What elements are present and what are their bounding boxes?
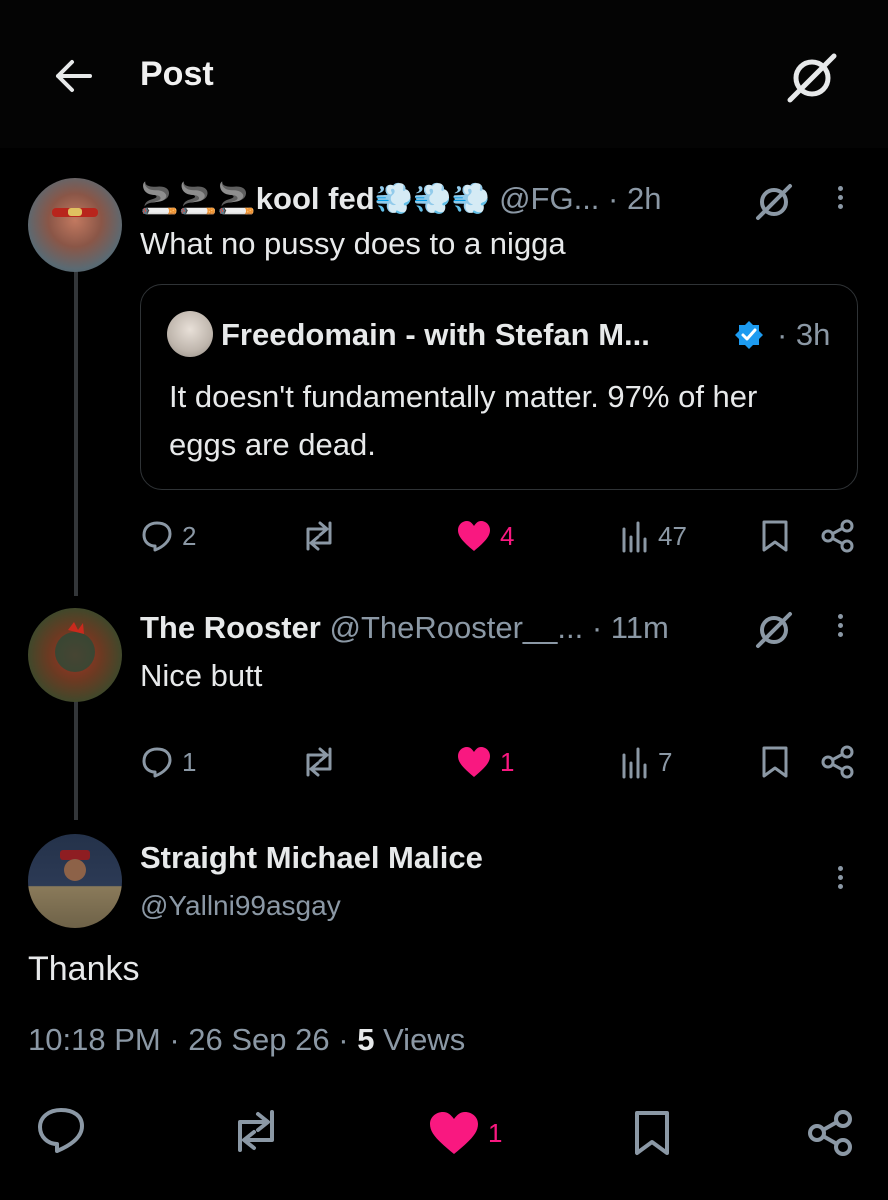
display-name: Freedomain - with Stefan M... (221, 317, 650, 352)
post-action-bar: 1 (0, 1080, 888, 1200)
handle[interactable]: @FG... (499, 181, 599, 216)
heart-icon (430, 1112, 478, 1154)
views-button[interactable]: 7 (620, 745, 672, 779)
avatar[interactable] (28, 834, 122, 928)
heart-icon (458, 521, 490, 551)
share-button[interactable] (820, 745, 856, 779)
views-button[interactable]: 47 (620, 519, 687, 553)
like-count: 4 (500, 520, 515, 551)
handle[interactable]: @Yallni99asgay (140, 890, 341, 922)
top-header (0, 0, 888, 148)
back-button[interactable] (48, 54, 96, 98)
timestamp[interactable]: · 2h (608, 181, 661, 216)
views-label[interactable]: Views (383, 1022, 465, 1057)
display-name[interactable]: Straight Michael Malice (140, 840, 483, 876)
more-icon (830, 614, 850, 637)
post-time: 10:18 PM (28, 1022, 161, 1057)
bookmark-button[interactable] (632, 1110, 672, 1156)
timestamp[interactable]: · 11m (592, 610, 669, 645)
like-button[interactable]: 4 (456, 519, 514, 553)
post-date: 26 Sep 26 (188, 1022, 330, 1057)
reply-button[interactable] (36, 1106, 86, 1154)
rooster-icon (55, 622, 95, 672)
repost-button[interactable] (300, 745, 338, 779)
avatar[interactable] (28, 608, 122, 702)
grok-button[interactable] (754, 182, 794, 222)
like-button[interactable]: 1 (456, 745, 514, 779)
reply-icon (38, 1108, 84, 1153)
more-icon (830, 186, 850, 209)
thread-line (74, 700, 78, 820)
verified-badge-icon (735, 321, 763, 349)
like-count: 1 (500, 746, 515, 777)
reply-text: Nice butt (140, 658, 263, 693)
bookmark-icon (762, 746, 788, 778)
reply-header: 🚬🚬🚬kool fed💨💨💨 @FG... · 2h (140, 180, 661, 217)
sunglasses-icon (52, 208, 98, 217)
quote-text: It doesn't fundamentally matter. 97% of … (169, 379, 758, 462)
thread-line (74, 268, 78, 596)
post-meta: 10:18 PM · 26 Sep 26 · 5 Views (28, 1022, 466, 1057)
quote-header: Freedomain - with Stefan M... (221, 317, 650, 353)
like-count: 1 (488, 1117, 503, 1148)
share-icon (808, 1110, 852, 1156)
bookmark-button[interactable] (760, 519, 790, 553)
more-button[interactable] (830, 610, 850, 650)
views-count: 7 (658, 746, 673, 777)
reply-header: The Rooster @TheRooster__... · 11m (140, 610, 669, 646)
grok-icon (756, 612, 792, 648)
reply-icon (142, 747, 172, 778)
bookmark-button[interactable] (760, 745, 790, 779)
more-icon (830, 866, 850, 889)
share-icon (821, 519, 854, 553)
share-button[interactable] (806, 1110, 856, 1156)
post-text: Thanks (28, 950, 140, 988)
avatar[interactable] (28, 178, 122, 272)
grok-icon (787, 53, 837, 103)
views-icon (622, 747, 647, 779)
repost-icon (306, 747, 332, 777)
avatar (167, 311, 213, 357)
quoted-post[interactable]: Freedomain - with Stefan M... · 3h It do… (140, 284, 858, 490)
grok-button[interactable] (784, 50, 840, 106)
reply-button[interactable]: 2 (140, 519, 196, 553)
repost-button[interactable] (300, 519, 338, 553)
repost-icon (306, 521, 332, 551)
more-button[interactable] (830, 862, 850, 902)
reply-button[interactable]: 1 (140, 745, 196, 779)
views-count: 5 (357, 1022, 375, 1057)
views-count: 47 (658, 520, 687, 551)
page-title: Post (140, 55, 214, 93)
more-button[interactable] (830, 182, 850, 222)
back-arrow-icon (56, 60, 92, 92)
bookmark-icon (635, 1111, 669, 1155)
reply-count: 1 (182, 746, 197, 777)
repost-button[interactable] (228, 1108, 284, 1154)
repost-icon (238, 1110, 274, 1152)
views-icon (622, 521, 647, 553)
heart-icon (458, 747, 490, 777)
grok-icon (756, 184, 792, 220)
display-name[interactable]: The Rooster (140, 610, 321, 645)
timestamp: · 3h (777, 317, 831, 352)
grok-button[interactable] (754, 610, 794, 650)
bookmark-icon (762, 520, 788, 552)
reply-text: What no pussy does to a nigga (140, 226, 566, 261)
reply-count: 2 (182, 520, 197, 551)
reply-icon (142, 521, 172, 552)
share-icon (821, 745, 854, 779)
display-name[interactable]: 🚬🚬🚬kool fed💨💨💨 (140, 181, 490, 216)
like-button[interactable]: 1 (428, 1110, 502, 1156)
person-icon (60, 850, 90, 881)
handle[interactable]: @TheRooster__... (329, 610, 583, 645)
share-button[interactable] (820, 519, 856, 553)
